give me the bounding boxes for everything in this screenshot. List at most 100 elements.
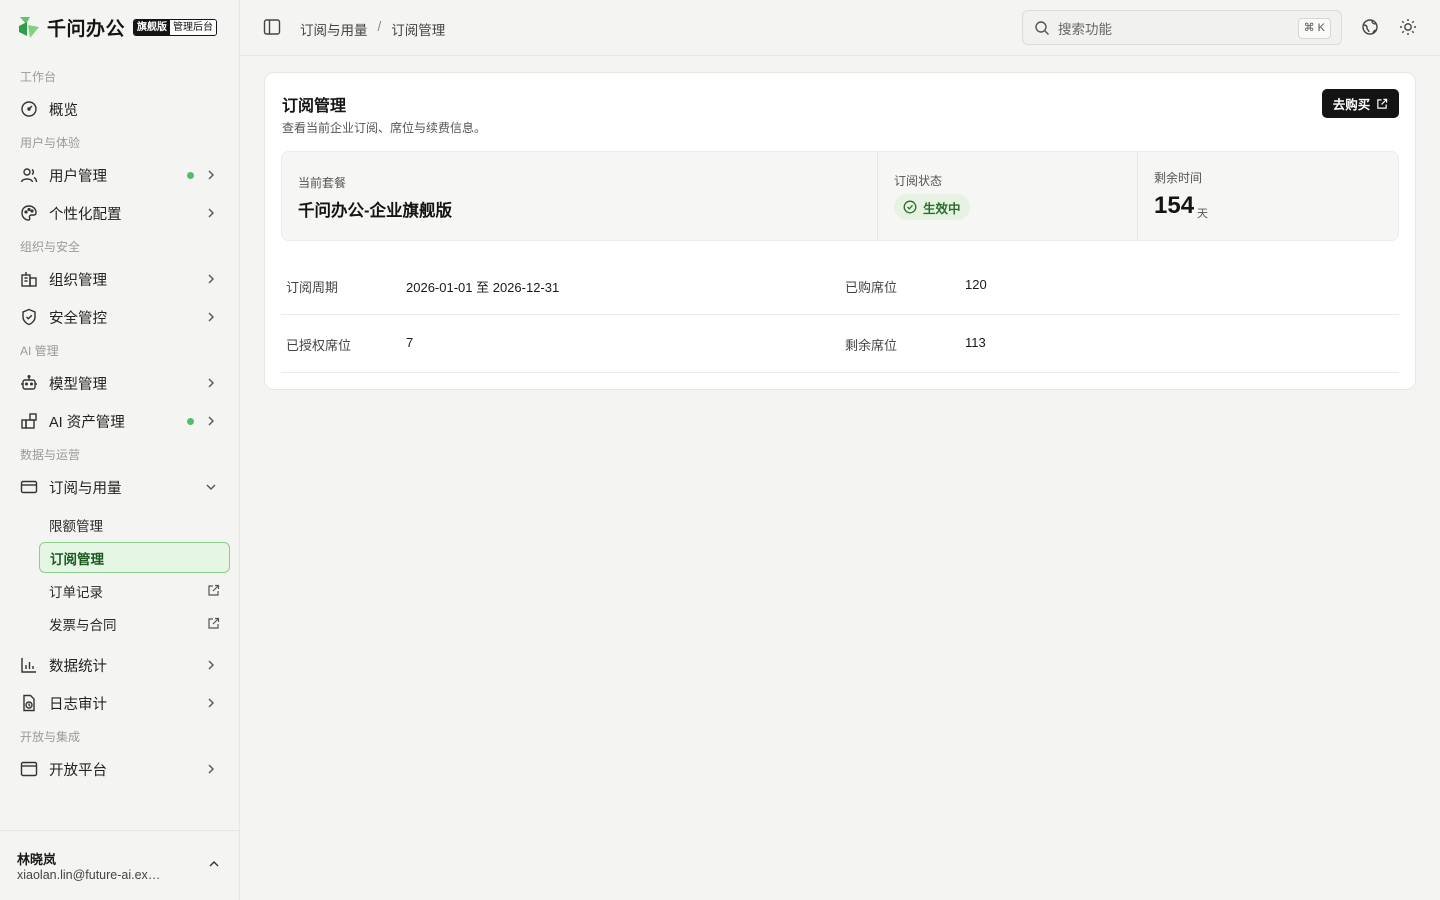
external-link-icon	[208, 617, 220, 629]
sidebar-item-org-mgmt[interactable]: 组织管理	[10, 262, 230, 296]
users-icon	[20, 166, 38, 184]
section-users: 用户与体验	[20, 136, 81, 150]
breadcrumb: 订阅与用量 / 订阅管理	[300, 19, 445, 39]
shield-check-icon	[20, 308, 38, 326]
gauge-icon	[20, 100, 38, 118]
search-shortcut: ⌘ K	[1297, 18, 1331, 39]
chevron-up-icon	[209, 861, 219, 867]
remaining-time-label: 剩余时间	[1154, 171, 1203, 185]
brand-logo-icon	[19, 17, 39, 38]
brand-logo[interactable]: 千问办公 旗舰版 管理后台	[17, 13, 218, 41]
subscription-status-label: 订阅状态	[894, 174, 943, 188]
sun-icon[interactable]	[1399, 18, 1417, 36]
chevron-right-icon	[206, 274, 216, 284]
remaining-time-stat: 剩余时间 154 天	[1138, 152, 1398, 240]
subscription-summary: 当前套餐 千问办公-企业旗舰版 订阅状态 生效中 剩余时间 154 天	[281, 151, 1399, 241]
building-icon	[20, 270, 38, 288]
sidebar: 千问办公 旗舰版 管理后台 工作台 概览 用户与体验 用户管理 个性化配置 组织…	[0, 0, 240, 900]
section-workbench: 工作台	[20, 70, 57, 84]
blocks-icon	[20, 412, 38, 430]
sidebar-item-audit[interactable]: 日志审计	[10, 686, 230, 720]
globe-icon[interactable]	[1361, 18, 1379, 36]
sidebar-subitem-sub-mgmt[interactable]: 订阅管理	[39, 542, 230, 573]
sidebar-item-model-mgmt[interactable]: 模型管理	[10, 366, 230, 400]
sidebar-item-user-mgmt[interactable]: 用户管理	[10, 158, 230, 192]
breadcrumb-item-subscription[interactable]: 订阅与用量	[300, 19, 368, 39]
sidebar-item-label: 组织管理	[49, 272, 107, 289]
topbar: 订阅与用量 / 订阅管理 搜索功能 ⌘ K	[240, 0, 1440, 56]
buy-button[interactable]: 去购买	[1322, 89, 1399, 118]
credit-card-icon	[20, 478, 38, 496]
remaining-time-unit: 天	[1197, 208, 1208, 220]
sidebar-item-personalize[interactable]: 个性化配置	[10, 196, 230, 230]
sidebar-item-label: 数据统计	[49, 658, 107, 675]
section-data: 数据与运营	[20, 448, 81, 462]
user-profile[interactable]: 林晓岚 xiaolan.lin@future-ai.example.com	[0, 830, 239, 900]
section-org: 组织与安全	[20, 240, 81, 254]
search-input[interactable]: 搜索功能 ⌘ K	[1022, 10, 1342, 45]
purchased-seats-value: 120	[965, 277, 987, 292]
chevron-right-icon	[206, 170, 216, 180]
current-plan-stat: 当前套餐 千问办公-企业旗舰版	[282, 152, 878, 240]
purchased-seats-label: 已购席位	[845, 280, 898, 295]
status-badge-label: 生效中	[923, 201, 961, 216]
sidebar-item-label: AI 资产管理	[49, 414, 125, 431]
buy-button-label: 去购买	[1332, 98, 1371, 112]
sidebar-subitem-invoice[interactable]: 发票与合同	[39, 608, 230, 639]
current-plan-value: 千问办公-企业旗舰版	[298, 202, 452, 220]
subscription-card: 订阅管理 查看当前企业订阅、席位与续费信息。 去购买 当前套餐 千问办公-企业旗…	[264, 72, 1416, 390]
sidebar-subitem-label: 限额管理	[49, 518, 103, 534]
search-placeholder: 搜索功能	[1058, 21, 1112, 37]
chevron-right-icon	[206, 378, 216, 388]
sidebar-subitem-label: 订阅管理	[50, 551, 104, 567]
file-clock-icon	[20, 694, 38, 712]
chevron-right-icon	[206, 208, 216, 218]
sidebar-item-security[interactable]: 安全管控	[10, 300, 230, 334]
period-label: 订阅周期	[286, 280, 339, 295]
sidebar-item-label: 概览	[49, 102, 78, 119]
chevron-right-icon	[206, 416, 216, 426]
sidebar-toggle-icon[interactable]	[263, 18, 281, 36]
subscription-status-stat: 订阅状态 生效中	[878, 152, 1138, 240]
check-circle-icon	[903, 200, 917, 214]
search-icon	[1035, 20, 1049, 35]
sidebar-item-subscription[interactable]: 订阅与用量	[10, 470, 230, 504]
sidebar-subitem-orders[interactable]: 订单记录	[39, 575, 230, 606]
section-ai: AI 管理	[20, 344, 59, 358]
user-name: 林晓岚	[17, 852, 57, 867]
chevron-right-icon	[206, 764, 216, 774]
sidebar-item-overview[interactable]: 概览	[10, 92, 230, 126]
chevron-right-icon	[206, 698, 216, 708]
external-link-icon	[208, 584, 220, 596]
sidebar-item-label: 模型管理	[49, 376, 107, 393]
sidebar-item-stats[interactable]: 数据统计	[10, 648, 230, 682]
external-link-icon	[1377, 98, 1388, 109]
sidebar-subitem-quota[interactable]: 限额管理	[39, 509, 230, 540]
sidebar-item-label: 用户管理	[49, 168, 107, 185]
remaining-seats-label: 剩余席位	[845, 338, 898, 353]
status-dot	[187, 171, 194, 179]
edition-badge: 旗舰版 管理后台	[133, 18, 218, 36]
section-open: 开放与集成	[20, 730, 81, 744]
breadcrumb-separator: /	[377, 19, 382, 34]
sidebar-item-label: 个性化配置	[49, 206, 122, 223]
detail-row: 订阅周期 2026-01-01 至 2026-12-31 已购席位 120	[281, 257, 1399, 315]
status-badge: 生效中	[894, 194, 970, 220]
page-description: 查看当前企业订阅、席位与续费信息。	[282, 121, 487, 135]
admin-badge-label: 管理后台	[170, 19, 217, 35]
remaining-time-value: 154	[1154, 192, 1195, 219]
current-plan-label: 当前套餐	[298, 176, 347, 190]
browser-window-icon	[20, 760, 38, 778]
user-email: xiaolan.lin@future-ai.example.com	[17, 868, 167, 882]
sidebar-item-label: 安全管控	[49, 310, 107, 327]
page-title: 订阅管理	[282, 98, 347, 115]
chevron-down-icon	[206, 482, 216, 492]
period-value: 2026-01-01 至 2026-12-31	[406, 280, 560, 295]
status-dot	[187, 417, 194, 425]
bot-icon	[20, 374, 38, 392]
breadcrumb-item-current: 订阅管理	[391, 23, 446, 38]
sidebar-item-ai-assets[interactable]: AI 资产管理	[10, 404, 230, 438]
brand-name: 千问办公	[47, 18, 126, 40]
sidebar-item-label: 日志审计	[49, 696, 107, 713]
sidebar-item-open-platform[interactable]: 开放平台	[10, 752, 230, 786]
